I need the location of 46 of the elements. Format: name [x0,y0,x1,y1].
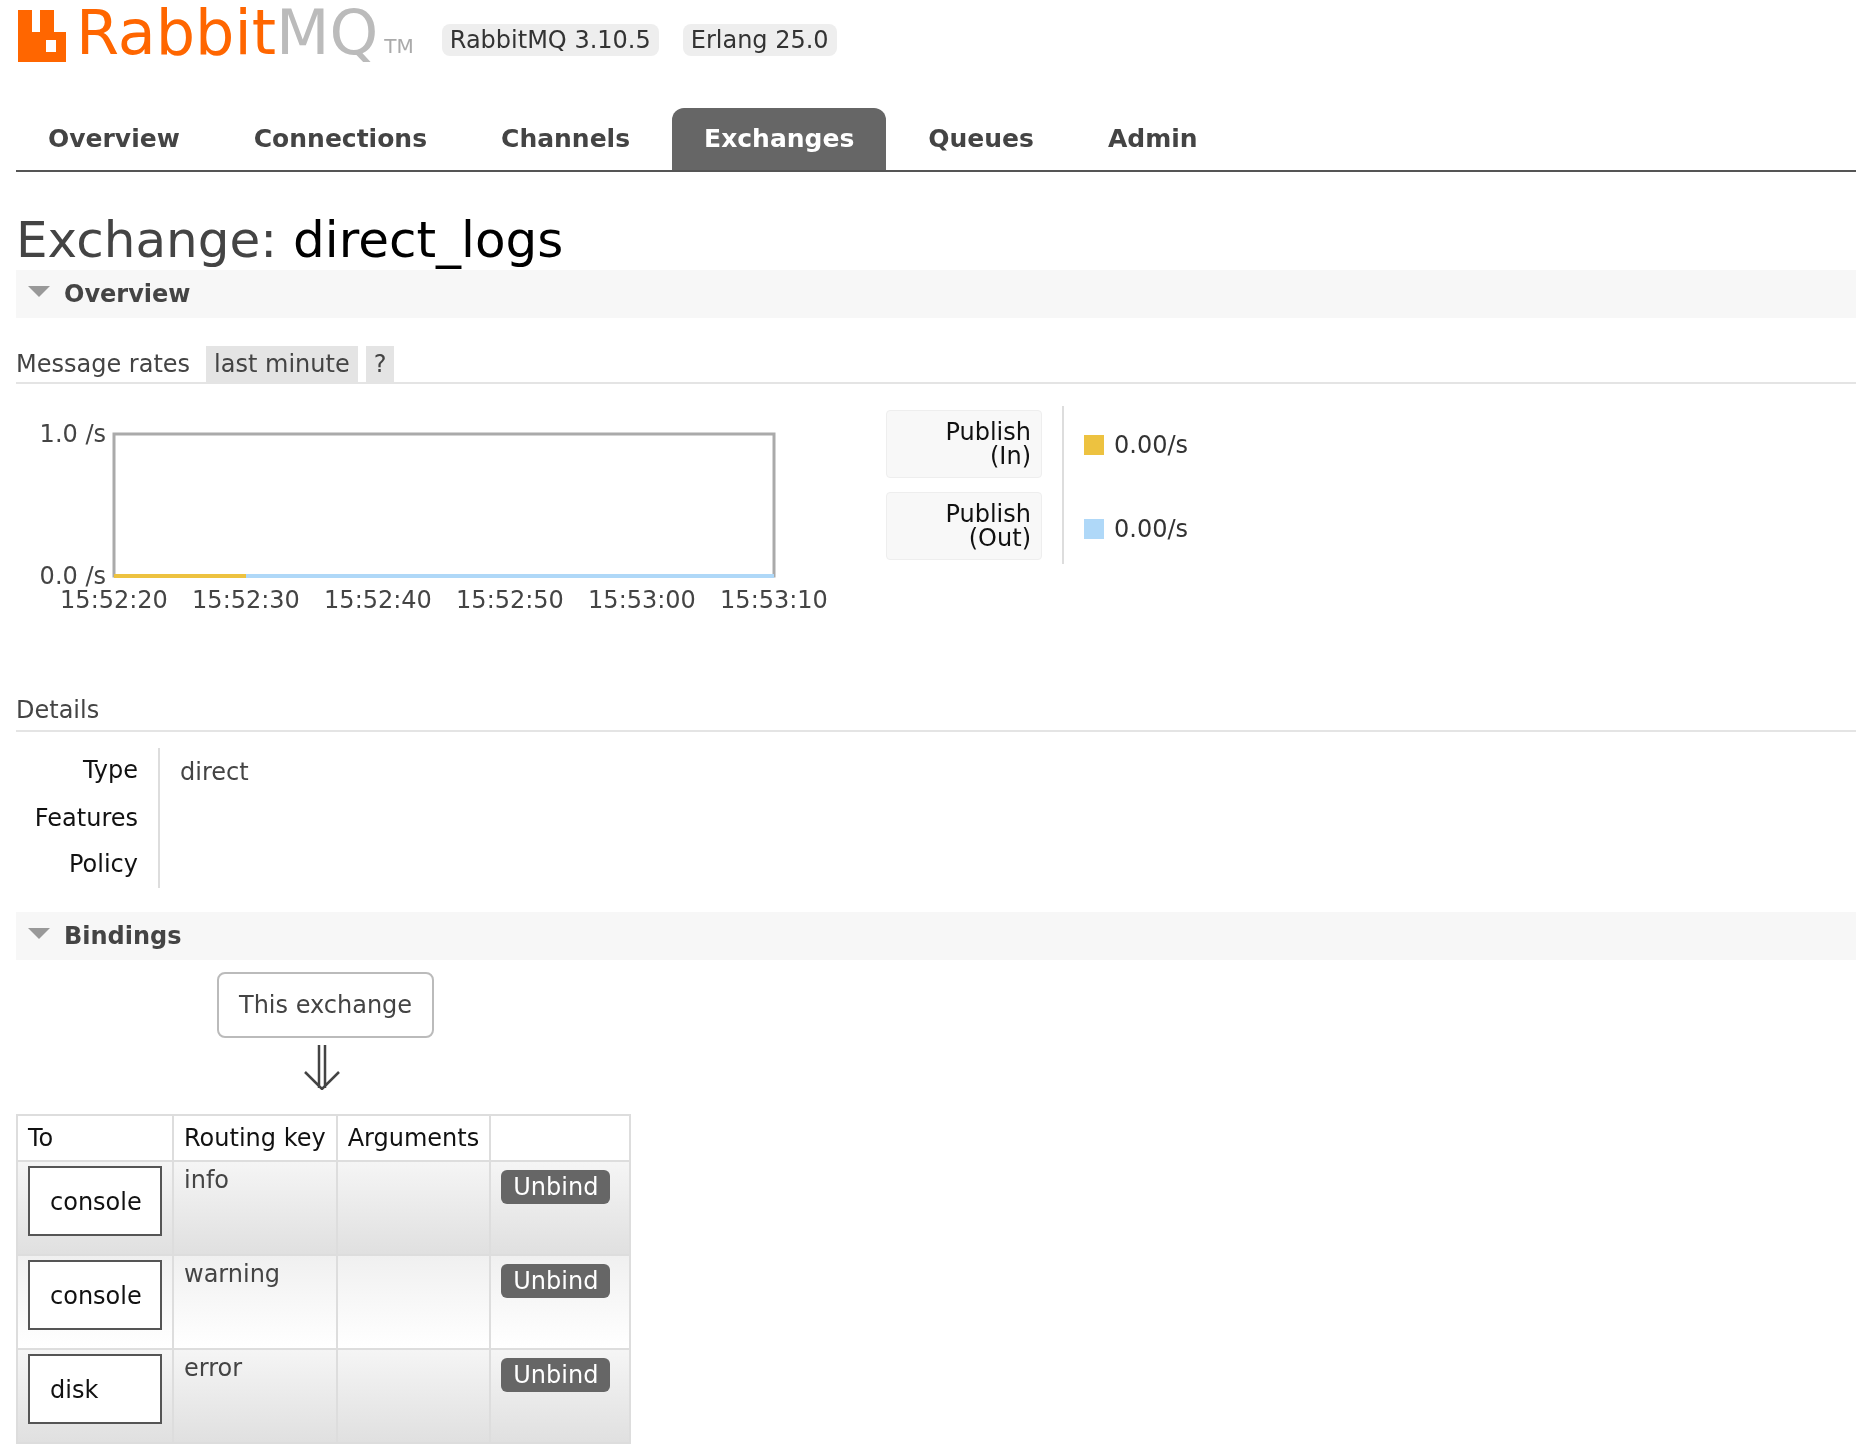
nav-tab[interactable]: Exchanges [672,108,887,170]
period-selector[interactable]: last minute [206,346,358,382]
legend-label: Publish (In) [886,410,1042,478]
section-heading[interactable]: Overview [64,280,191,308]
version-badge: Erlang 25.0 [682,24,837,56]
routing-key: info [184,1166,229,1194]
destination-queue-link[interactable]: console [28,1260,162,1330]
unbind-button[interactable]: Unbind [501,1170,611,1204]
unbind-button[interactable]: Unbind [501,1358,611,1392]
detail-label: Type [82,756,138,784]
logo-mark-icon [16,8,68,64]
section-heading[interactable]: Bindings [64,922,182,950]
x-axis-label: 15:52:50 [456,586,564,614]
routing-key: error [184,1354,243,1382]
x-axis-label: 15:53:10 [720,586,828,614]
nav-tab[interactable]: Queues [896,108,1066,170]
nav-tab[interactable]: Admin [1075,108,1230,170]
double-down-arrow-icon [302,1044,342,1090]
message-rates-label: Message rates [16,349,192,380]
nav-tab[interactable]: Channels [469,108,663,170]
x-axis-label: 15:53:00 [588,586,696,614]
destination-queue-link[interactable]: disk [28,1354,162,1424]
y-axis-label: 1.0 /s [39,420,106,448]
unbind-button[interactable]: Unbind [501,1264,611,1298]
x-axis-label: 15:52:40 [324,586,432,614]
x-axis-label: 15:52:30 [192,586,300,614]
destination-queue-link[interactable]: console [28,1166,162,1236]
source-exchange-node: This exchange [217,972,435,1038]
rate-value: 0.00/s [1114,431,1189,459]
routing-key: warning [184,1260,281,1288]
column-header: To [28,1124,54,1152]
detail-label: Features [34,804,138,832]
column-header: Routing key [184,1124,326,1152]
detail-value: direct [180,758,249,786]
nav-tab[interactable]: Overview [16,108,212,170]
version-badge: RabbitMQ 3.10.5 [441,24,659,56]
page-title: Exchange: direct_logs [16,211,564,269]
column-header: Arguments [347,1124,480,1152]
rabbitmq-logo: RabbitMQ [16,2,379,64]
nav-tab[interactable]: Connections [221,108,460,170]
details-heading: Details [16,696,100,724]
rate-value: 0.00/s [1114,515,1189,543]
help-button[interactable]: ? [365,346,395,382]
trademark: TM [384,34,414,58]
detail-label: Policy [68,850,138,878]
legend-label: Publish (Out) [886,492,1042,560]
